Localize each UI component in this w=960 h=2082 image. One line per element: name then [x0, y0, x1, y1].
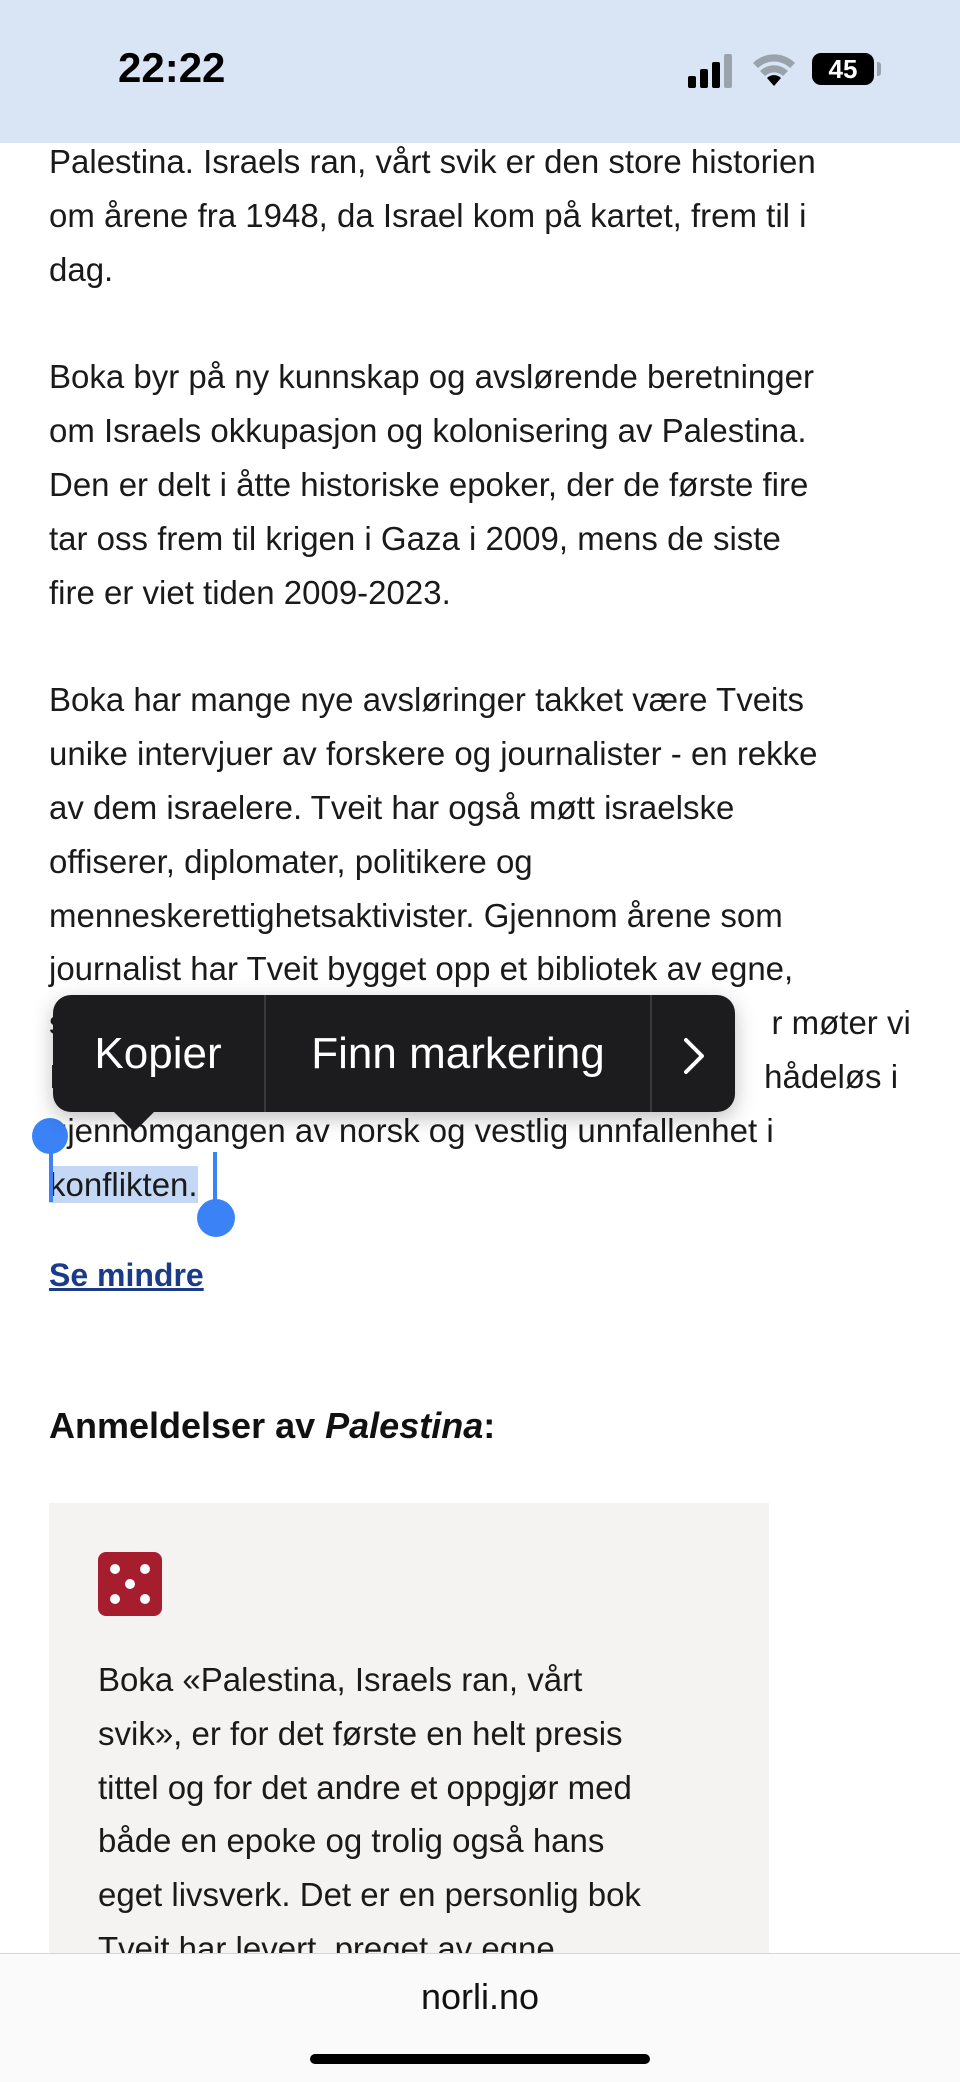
text-line: om Israels okkupasjon og kolonisering av… [49, 412, 807, 450]
selected-text-line[interactable]: konflikten. [49, 1158, 929, 1212]
text-edit-menu: Kopier Finn markering [53, 995, 735, 1112]
selection-start-bar[interactable] [49, 1150, 53, 1202]
wifi-icon [753, 54, 795, 86]
more-options-button[interactable] [652, 995, 735, 1112]
text-line: Boka byr på ny kunnskap og avslørende be… [49, 358, 814, 396]
text-line: menneskerettighetsaktivister. Gjennom år… [49, 896, 783, 934]
cellular-signal-icon [688, 54, 732, 88]
text-line: både en epoke og trolig også hans [98, 1822, 605, 1860]
article-paragraph-3: Boka har mange nye avsløringer takket væ… [49, 673, 929, 1211]
article-paragraph-1: Palestina. Israels ran, vårt svik er den… [49, 135, 929, 296]
text-line: om årene fra 1948, da Israel kom på kart… [49, 196, 807, 234]
see-less-link[interactable]: Se mindre [49, 1257, 204, 1294]
review-text: Boka «Palestina, Israels ran, vårt svik»… [98, 1653, 718, 1976]
battery-level: 45 [812, 53, 874, 85]
text-line: unike intervjuer av forskere og journali… [49, 735, 818, 773]
status-bar: 22:22 45 [0, 0, 960, 143]
text-line: fire er viet tiden 2009-2023. [49, 573, 451, 611]
text-line: svik», er for det første en helt presis [98, 1714, 623, 1752]
find-selection-button[interactable]: Finn markering [266, 995, 650, 1112]
text-line: journalist har Tveit bygget opp et bibli… [49, 950, 794, 988]
text-line: Boka har mange nye avsløringer takket væ… [49, 681, 805, 719]
review-card: Boka «Palestina, Israels ran, vårt svik»… [49, 1503, 769, 2003]
copy-button[interactable]: Kopier [53, 995, 263, 1112]
article-paragraph-2: Boka byr på ny kunnskap og avslørende be… [49, 350, 929, 619]
selected-text[interactable]: konflikten. [49, 1165, 198, 1203]
reviews-heading: Anmeldelser av Palestina: [49, 1405, 495, 1447]
address-bar-url[interactable]: norli.no [0, 1976, 960, 2018]
reviews-heading-suffix: : [483, 1405, 496, 1446]
reviews-heading-prefix: Anmeldelser av [49, 1405, 326, 1446]
dice-five-icon [98, 1552, 162, 1616]
text-line: offiserer, diplomater, politikere og [49, 842, 533, 880]
text-line: dag. [49, 250, 114, 288]
text-line: Den er delt i åtte historiske epoker, de… [49, 465, 809, 503]
text-line: tittel og for det andre et oppgjør med [98, 1768, 632, 1806]
text-line: Boka «Palestina, Israels ran, vårt [98, 1661, 583, 1698]
browser-bottom-bar[interactable]: norli.no [0, 1953, 960, 2082]
text-line: tar oss frem til krigen i Gaza i 2009, m… [49, 519, 781, 557]
text-line: eget livsverk. Det er en personlig bok [98, 1876, 641, 1914]
selection-end-handle[interactable] [197, 1199, 235, 1237]
selection-start-handle[interactable] [32, 1118, 68, 1154]
selection-end-bar[interactable] [213, 1152, 217, 1204]
text-line: av dem israelere. Tveit har også møtt is… [49, 788, 735, 826]
home-indicator[interactable] [310, 2054, 650, 2064]
reviews-heading-book-title: Palestina [325, 1405, 484, 1446]
chevron-right-icon [683, 1038, 704, 1075]
battery-tip [877, 62, 881, 76]
text-line: Palestina. Israels ran, vårt svik er den… [49, 143, 816, 180]
status-time: 22:22 [118, 44, 226, 91]
menu-pointer [112, 1110, 156, 1132]
